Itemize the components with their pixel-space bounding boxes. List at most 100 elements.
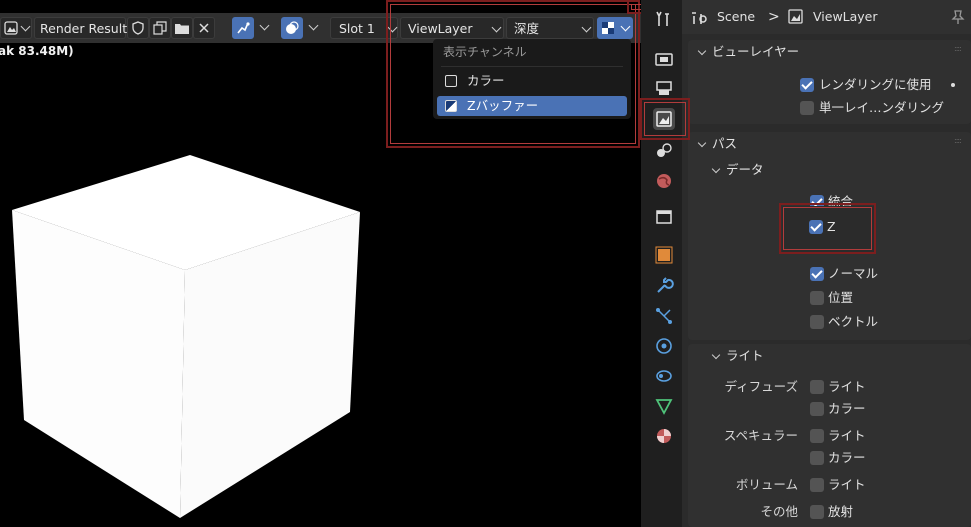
view-layer-icon	[788, 9, 803, 24]
tab-output[interactable]	[653, 78, 675, 100]
menu-item-zbuffer[interactable]: Zバッファー	[437, 96, 627, 116]
menu-item-label: カラー	[467, 73, 505, 88]
image-name-field[interactable]: Render Result	[34, 17, 128, 39]
tab-particles[interactable]	[653, 305, 675, 327]
z-pass-checkbox-highlighted[interactable]	[809, 220, 823, 234]
image-name-label: Render Result	[40, 21, 128, 36]
chevron-down-icon	[20, 21, 31, 32]
expand-icon[interactable]	[711, 350, 721, 360]
vector-pass-checkbox[interactable]	[810, 315, 824, 329]
overlay-button[interactable]	[281, 17, 303, 39]
tab-collection[interactable]	[653, 206, 675, 228]
folder-icon	[175, 24, 189, 34]
slot-label: Slot 1	[339, 21, 375, 36]
curve-icon	[237, 22, 250, 34]
chevron-down-icon	[491, 22, 502, 33]
render-pass-dropdown[interactable]: 深度	[506, 17, 594, 39]
menu-item-label: Zバッファー	[467, 98, 539, 113]
panel-title[interactable]: パス	[712, 136, 737, 152]
open-image-button[interactable]	[171, 17, 193, 39]
image-editor: Render Result Slot 1 ViewLayer 深度 ak 83.…	[0, 0, 642, 527]
duplicate-image-button[interactable]	[149, 17, 171, 39]
volume-light-label: ライト	[828, 477, 866, 492]
close-icon	[199, 23, 209, 33]
constraint-icon	[656, 370, 672, 382]
view-layer-label: ViewLayer	[408, 21, 473, 36]
normal-pass-label: ノーマル	[828, 266, 879, 281]
printer-icon	[656, 81, 672, 95]
other-label: その他	[760, 504, 798, 519]
unlink-image-button[interactable]	[193, 17, 215, 39]
properties-editor-icon[interactable]	[690, 8, 708, 26]
emission-checkbox[interactable]	[810, 505, 824, 519]
image-editor-icon	[4, 21, 18, 35]
diffuse-light-checkbox[interactable]	[810, 380, 824, 394]
tab-view-layer[interactable]	[653, 108, 675, 130]
material-icon	[657, 429, 671, 443]
chevron-down-icon[interactable]	[308, 20, 319, 31]
tab-physics[interactable]	[653, 335, 675, 357]
volume-light-checkbox[interactable]	[810, 478, 824, 492]
tab-data[interactable]	[653, 395, 675, 417]
tab-modifiers[interactable]	[653, 275, 675, 297]
chevron-down-icon	[387, 22, 398, 33]
view-layer-dropdown[interactable]: ViewLayer	[400, 17, 504, 39]
subpanel-title[interactable]: ライト	[726, 348, 764, 364]
pin-icon[interactable]	[950, 9, 966, 25]
slot-dropdown[interactable]: Slot 1	[330, 17, 398, 39]
normal-pass-checkbox[interactable]	[810, 267, 824, 281]
menu-item-color[interactable]: カラー	[437, 71, 627, 91]
chevron-down-icon	[620, 21, 631, 32]
fake-user-button[interactable]	[127, 17, 149, 39]
chevron-down-icon[interactable]	[259, 20, 270, 31]
tab-material[interactable]	[653, 425, 675, 447]
diffuse-color-checkbox[interactable]	[810, 402, 824, 416]
display-channels-button[interactable]	[597, 17, 633, 39]
tab-render[interactable]	[653, 48, 675, 70]
subpanel-title[interactable]: データ	[726, 162, 764, 178]
object-icon	[655, 246, 673, 264]
use-for-rendering-label: レンダリングに使用	[819, 77, 932, 92]
tab-object[interactable]	[653, 244, 675, 266]
emission-label: 放射	[828, 504, 854, 519]
panel-title[interactable]: ビューレイヤー	[712, 44, 799, 60]
tab-scene[interactable]	[653, 140, 675, 162]
specular-color-checkbox[interactable]	[810, 451, 824, 465]
z-pass-label-highlighted: Z	[827, 219, 836, 234]
volume-label: ボリューム	[735, 477, 798, 492]
camera-back-icon	[655, 53, 673, 66]
specular-light-label: ライト	[828, 428, 866, 443]
expand-icon[interactable]	[697, 46, 707, 56]
drag-handle-icon[interactable]: ::::	[954, 136, 962, 145]
mesh-data-icon	[655, 399, 673, 415]
display-channels-menu: 表示チャンネル カラー Zバッファー	[433, 39, 631, 119]
diffuse-light-label: ライト	[828, 379, 866, 394]
position-pass-checkbox[interactable]	[810, 291, 824, 305]
specular-light-checkbox[interactable]	[810, 429, 824, 443]
expand-icon[interactable]	[711, 164, 721, 174]
tab-tool[interactable]	[653, 8, 675, 30]
animate-dot-icon[interactable]	[951, 83, 955, 87]
drag-handle-icon[interactable]: ::::	[954, 44, 962, 53]
tab-world[interactable]	[653, 170, 675, 192]
physics-icon	[656, 338, 672, 354]
tool-icon	[656, 11, 669, 26]
zbuffer-icon	[602, 22, 614, 34]
wrench-icon	[657, 277, 674, 293]
use-for-rendering-checkbox[interactable]	[800, 78, 814, 92]
properties-header: Scene > ViewLayer	[682, 0, 971, 34]
editor-type-button[interactable]	[0, 17, 32, 39]
expand-icon[interactable]	[697, 138, 707, 148]
zbuffer-icon	[445, 100, 457, 112]
sample-tool-button[interactable]	[232, 17, 254, 39]
shield-icon	[132, 21, 144, 35]
render-status-text: ak 83.48M)	[0, 44, 74, 58]
tab-constraints[interactable]	[653, 365, 675, 387]
diffuse-label: ディフューズ	[724, 379, 798, 394]
render-pass-label: 深度	[514, 21, 540, 36]
image-icon	[445, 75, 457, 87]
world-icon	[657, 174, 671, 188]
render-single-layer-checkbox[interactable]	[800, 101, 814, 115]
chevron-down-icon	[581, 22, 592, 33]
breadcrumb-view-layer: ViewLayer	[813, 9, 878, 24]
